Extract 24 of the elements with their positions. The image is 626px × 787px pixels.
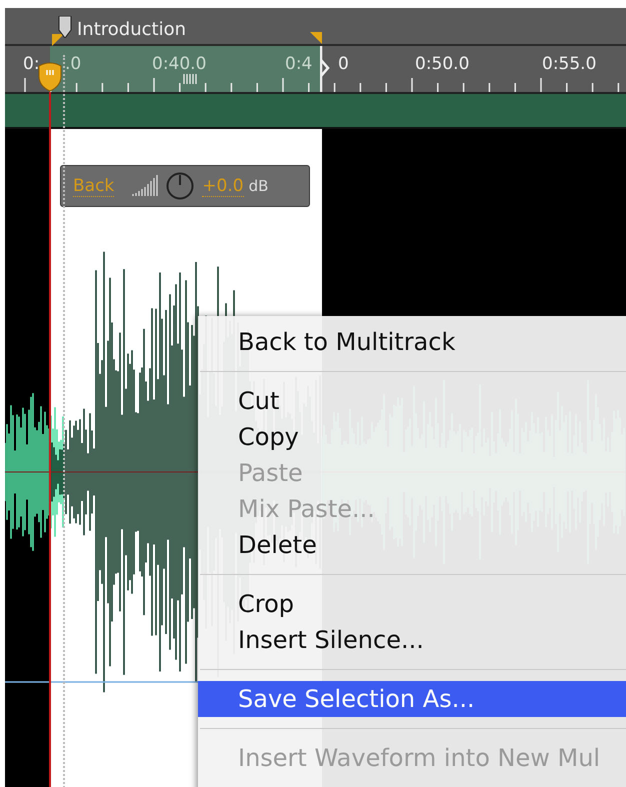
- selection-end-handle-icon[interactable]: [320, 46, 330, 92]
- time-label: 0:50.0: [415, 54, 470, 74]
- marker-label: Introduction: [77, 19, 186, 40]
- playhead-handle[interactable]: [37, 62, 63, 92]
- menu-item[interactable]: Delete: [198, 527, 626, 563]
- menu-item[interactable]: Cut: [198, 383, 626, 419]
- selection-end-marker-icon[interactable]: [310, 32, 322, 44]
- time-label: 0: [338, 54, 349, 74]
- time-label: 0:40.0: [152, 54, 206, 74]
- volume-icon: [132, 175, 158, 197]
- menu-item[interactable]: Save Selection As...: [198, 681, 626, 717]
- clip-bar[interactable]: [5, 94, 626, 129]
- grip-icon[interactable]: [183, 74, 197, 84]
- menu-item[interactable]: Insert Silence...: [198, 622, 626, 658]
- unit-label: dB: [248, 177, 268, 195]
- menu-item[interactable]: Copy: [198, 419, 626, 455]
- time-label: 0:4: [285, 54, 312, 74]
- time-label: 0:: [23, 54, 40, 74]
- time-label: .0: [65, 54, 82, 74]
- time-label: 0:55.0: [542, 54, 596, 74]
- knob-icon[interactable]: [166, 172, 194, 200]
- menu-item[interactable]: Crop: [198, 586, 626, 622]
- menu-item[interactable]: Back to Multitrack: [198, 324, 626, 360]
- marker-flag-icon[interactable]: [57, 16, 73, 38]
